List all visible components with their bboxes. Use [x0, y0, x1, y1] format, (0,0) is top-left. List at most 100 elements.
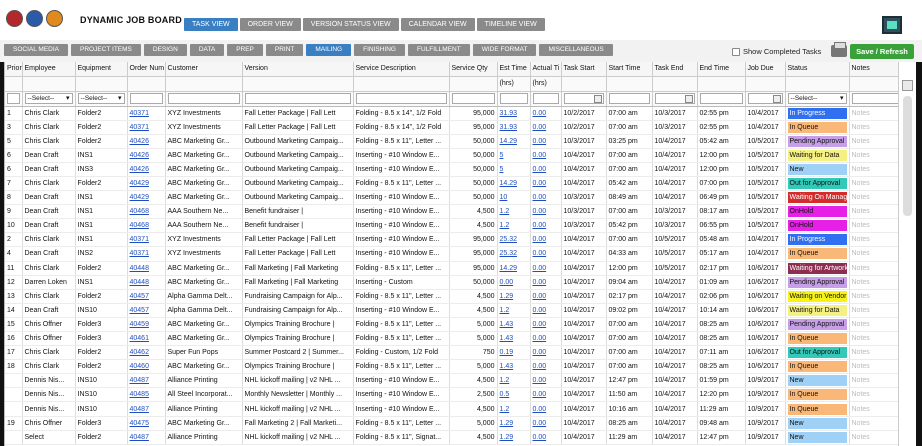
table-row[interactable]: 11 Chris Clark Folder2 40448 ABC Marketing G… — [5, 261, 916, 276]
actual-time-link[interactable]: 0.00 — [530, 345, 562, 361]
show-completed-toggle[interactable]: Show Completed Tasks — [732, 47, 821, 56]
column-header-equipment[interactable]: Equipment — [75, 62, 128, 77]
column-header-service-description[interactable]: Service Description — [353, 62, 450, 77]
order-number-link[interactable]: 40459 — [127, 317, 166, 333]
est-time-link[interactable]: 1.43 — [497, 359, 531, 375]
employee-filter-select[interactable]: --Select-- — [24, 93, 73, 104]
task-end-filter-date[interactable] — [654, 93, 695, 104]
tab-version-status-view[interactable]: VERSION STATUS VIEW — [302, 18, 399, 31]
column-header-prior[interactable]: Prior — [5, 62, 23, 77]
status-badge[interactable]: In Queue — [787, 121, 847, 133]
start-time-filter-input[interactable] — [608, 93, 650, 104]
est-time-link[interactable]: 25.32 — [497, 246, 531, 262]
actual-time-link[interactable]: 0.00 — [530, 232, 562, 248]
est-filter-input[interactable] — [499, 93, 528, 104]
actual-time-link[interactable]: 0.00 — [530, 430, 562, 445]
table-row[interactable]: 7 Chris Clark Folder2 40429 ABC Marketing Gr… — [5, 176, 916, 192]
est-time-link[interactable]: 0.5 — [497, 387, 531, 403]
category-tab-print[interactable]: PRINT — [265, 44, 304, 56]
order-number-link[interactable]: 40461 — [127, 331, 166, 347]
monitor-icon[interactable] — [882, 16, 902, 34]
table-row[interactable]: 1 Chris Clark Folder2 40371 XYZ Investments F… — [5, 106, 916, 121]
actual-time-link[interactable]: 0.00 — [530, 387, 562, 403]
status-badge[interactable]: Pending Approval — [787, 276, 847, 288]
order-number-link[interactable]: 40468 — [127, 218, 166, 234]
table-row[interactable]: 5 Chris Clark Folder2 40426 ABC Marketing Gr… — [5, 134, 916, 149]
est-time-link[interactable]: 1.29 — [497, 430, 531, 445]
est-time-link[interactable]: 1.2 — [497, 204, 531, 220]
table-row[interactable]: 9 Dean Craft INS1 40468 AAA Southern Ne... Be… — [5, 204, 916, 220]
customer-filter-input[interactable] — [167, 93, 240, 104]
est-time-link[interactable]: 25.32 — [497, 232, 531, 248]
est-time-link[interactable]: 1.29 — [497, 289, 531, 304]
actual-time-link[interactable]: 0.00 — [530, 359, 562, 375]
order-number-link[interactable]: 40485 — [127, 387, 166, 403]
actual-time-link[interactable]: 0.00 — [530, 373, 562, 389]
status-badge[interactable]: In Queue — [787, 403, 847, 415]
equipment-filter-select[interactable]: --Select-- — [77, 93, 125, 104]
order-number-link[interactable]: 40457 — [127, 289, 166, 304]
est-time-link[interactable]: 1.29 — [497, 416, 531, 431]
task-start-filter-date[interactable] — [563, 93, 604, 104]
actual-time-link[interactable]: 0.00 — [530, 204, 562, 220]
order-number-link[interactable]: 40475 — [127, 416, 166, 431]
actual-time-link[interactable]: 0.00 — [530, 275, 562, 290]
order-number-link[interactable]: 40468 — [127, 204, 166, 220]
status-badge[interactable]: In Progress — [787, 107, 847, 119]
end-time-filter-input[interactable] — [699, 93, 743, 104]
table-row[interactable]: 2 Chris Clark INS1 40371 XYZ Investments Fall… — [5, 232, 916, 248]
column-header-version[interactable]: Version — [242, 62, 354, 77]
table-row[interactable]: 3 Chris Clark Folder2 40371 XYZ Investments F… — [5, 120, 916, 135]
column-header-est-time[interactable]: Est Time — [497, 62, 531, 77]
actual-time-link[interactable]: 0.00 — [530, 120, 562, 135]
category-tab-fulfillment[interactable]: FULFILLMENT — [408, 44, 470, 56]
table-row[interactable]: 8 Dean Craft INS1 40429 ABC Marketing Gr... O… — [5, 190, 916, 206]
order-number-link[interactable]: 40460 — [127, 359, 166, 375]
table-row[interactable]: 17 Chris Clark Folder2 40462 Super Fun Pops S… — [5, 345, 916, 361]
table-row[interactable]: 19 Chris Offner Folder3 40475 ABC Marketing … — [5, 416, 916, 431]
tab-calendar-view[interactable]: CALENDAR VIEW — [400, 18, 475, 31]
status-badge[interactable]: Waiting on Vendor — [787, 290, 847, 302]
actual-time-link[interactable]: 0.00 — [530, 176, 562, 192]
order-number-link[interactable]: 40462 — [127, 345, 166, 361]
actual-time-link[interactable]: 0.00 — [530, 246, 562, 262]
category-tab-project-items[interactable]: PROJECT ITEMS — [71, 44, 141, 56]
table-row[interactable]: 16 Chris Offner Folder3 40461 ABC Marketing … — [5, 331, 916, 347]
status-badge[interactable]: Pending Approval — [787, 135, 847, 147]
est-time-link[interactable]: 1.43 — [497, 331, 531, 347]
order-number-link[interactable]: 40487 — [127, 373, 166, 389]
status-badge[interactable]: New — [787, 163, 847, 175]
status-badge[interactable]: In Queue — [787, 333, 847, 345]
status-badge[interactable]: In Queue — [787, 248, 847, 260]
status-badge[interactable]: New — [787, 375, 847, 387]
status-badge[interactable]: Waiting for Data — [787, 304, 847, 316]
print-icon[interactable] — [831, 42, 847, 57]
order-number-link[interactable]: 40371 — [127, 106, 166, 121]
actual-time-link[interactable]: 0.00 — [530, 162, 562, 177]
est-time-link[interactable]: 14.29 — [497, 176, 531, 192]
est-time-link[interactable]: 14.29 — [497, 134, 531, 149]
column-header-order-num[interactable]: Order Num — [127, 62, 166, 77]
status-badge[interactable]: In Queue — [787, 389, 847, 401]
status-badge[interactable]: Pending Approval — [787, 318, 847, 330]
est-time-link[interactable]: 1.2 — [497, 303, 531, 318]
table-row[interactable]: Select Folder2 40487 Alliance Printing NHL k… — [5, 430, 916, 445]
category-tab-miscellaneous[interactable]: MISCELLANEOUS — [539, 44, 613, 56]
status-badge[interactable]: New — [787, 431, 847, 443]
category-tab-design[interactable]: DESIGN — [143, 44, 187, 56]
order-filter-input[interactable] — [129, 93, 163, 104]
table-row[interactable]: 10 Dean Craft INS1 40468 AAA Southern Ne... B… — [5, 218, 916, 234]
job-due-filter-date[interactable] — [747, 93, 783, 104]
column-header-status[interactable]: Status — [785, 62, 850, 77]
actual-time-link[interactable]: 0.00 — [530, 134, 562, 149]
version-filter-input[interactable] — [244, 93, 351, 104]
order-number-link[interactable]: 40487 — [127, 430, 166, 445]
table-row[interactable]: 15 Chris Offner Folder3 40459 ABC Marketing … — [5, 317, 916, 333]
column-header-employee[interactable]: Employee — [22, 62, 76, 77]
est-time-link[interactable]: 10 — [497, 190, 531, 206]
order-number-link[interactable]: 40429 — [127, 176, 166, 192]
status-badge[interactable]: Waiting for Data — [787, 149, 847, 161]
est-time-link[interactable]: 5 — [497, 162, 531, 177]
tab-timeline-view[interactable]: TIMELINE VIEW — [476, 18, 545, 31]
actual-time-link[interactable]: 0.00 — [530, 331, 562, 347]
